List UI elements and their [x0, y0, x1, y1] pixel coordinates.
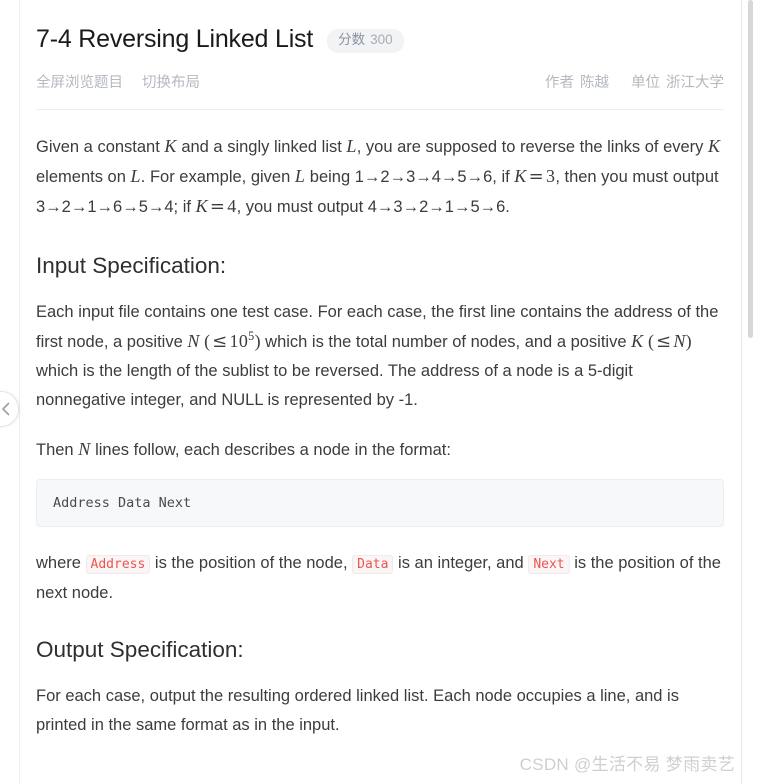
chevron-left-icon — [0, 402, 11, 416]
paren-open-2: ( — [643, 331, 654, 352]
intro-text-1: Given a constant — [36, 138, 165, 156]
intro-paragraph: Given a constant K and a singly linked l… — [36, 132, 724, 222]
math-eq2-operator: = — [209, 196, 226, 217]
scrollbar-thumb[interactable] — [748, 0, 753, 338]
input-text-2: which is the total number of nodes, and … — [260, 333, 632, 352]
intro-text-8: , you must output 4→3→2→1→5→6. — [236, 198, 510, 216]
math-n-3: N — [78, 439, 91, 460]
input-text-5: lines follow, each describes a node in t… — [90, 441, 451, 460]
input-spec-paragraph-3: where Address is the position of the nod… — [36, 549, 724, 608]
input-text-3: which is the length of the sublist to be… — [36, 362, 633, 410]
math-k-2: K — [708, 136, 721, 156]
paren-close-2: ) — [685, 331, 692, 352]
math-n-2: N — [673, 331, 686, 352]
output-spec-paragraph-1: For each case, output the resulting orde… — [36, 687, 679, 735]
inline-code-next: Next — [528, 555, 570, 575]
math-eq1-value: 3 — [546, 166, 556, 186]
math-le-1-symbol: ≤ — [212, 331, 228, 353]
input-spec-paragraph-2: Then N lines follow, each describes a no… — [36, 435, 724, 465]
input-text-6: where — [36, 554, 86, 573]
author-value: 陈越 — [580, 75, 609, 91]
problem-page: 7-4 Reversing Linked List 分数 300 全屏浏览题目 … — [0, 0, 757, 784]
content-column: 7-4 Reversing Linked List 分数 300 全屏浏览题目 … — [21, 0, 740, 784]
input-text-7: is the position of the node, — [150, 554, 353, 573]
problem-header: 7-4 Reversing Linked List 分数 300 — [36, 0, 724, 54]
math-l-3: L — [294, 166, 306, 186]
math-eq2-value: 4 — [227, 196, 237, 216]
organization-info: 单位 浙江大学 — [631, 71, 724, 92]
inline-code-address: Address — [85, 555, 151, 575]
intro-text-5: . For example, given — [140, 168, 295, 186]
intro-text-6: being 1→2→3→4→5→6, if — [305, 168, 515, 186]
organization-label: 单位 — [631, 75, 660, 91]
organization-value: 浙江大学 — [666, 75, 724, 91]
math-base-10: 10 — [229, 331, 249, 352]
input-text-8: is an integer, and — [393, 554, 529, 573]
paren-open-1: ( — [199, 331, 211, 352]
score-badge: 分数 300 — [327, 29, 404, 53]
math-eq1-var: K — [514, 166, 527, 186]
score-value: 300 — [370, 32, 393, 48]
math-power-10-5: 105 — [229, 330, 255, 352]
input-text-4: Then — [36, 441, 79, 460]
intro-text-2: and a singly linked list — [176, 138, 347, 156]
math-l-2: L — [130, 166, 141, 186]
math-k-1: K — [164, 136, 177, 156]
math-le-1: ≤ — [210, 331, 229, 353]
input-spec-paragraph-1: Each input file contains one test case. … — [36, 298, 724, 415]
fullscreen-view-link[interactable]: 全屏浏览题目 — [36, 71, 123, 92]
meta-info: 作者 陈越 单位 浙江大学 — [545, 71, 724, 92]
math-le-2: ≤ — [654, 331, 673, 353]
author-label: 作者 — [545, 75, 574, 91]
math-eq1-operator: = — [528, 166, 544, 187]
output-specification-heading: Output Specification: — [36, 637, 244, 663]
math-n-1: N — [187, 331, 200, 352]
format-code-block: Address Data Next — [36, 479, 724, 528]
watermark: CSDN @生活不易 梦雨卖艺 — [519, 755, 735, 774]
math-equation-k4: K = 4 — [195, 196, 237, 217]
toggle-layout-link[interactable]: 切换布局 — [142, 71, 200, 92]
problem-meta-row: 全屏浏览题目 切换布局 作者 陈越 单位 浙江大学 — [36, 71, 724, 110]
score-label: 分数 — [338, 32, 366, 48]
math-l-1: L — [346, 136, 357, 156]
intro-text-3: , you are supposed to reverse the links … — [356, 138, 709, 156]
intro-text-4: elements on — [36, 168, 131, 186]
input-specification-heading: Input Specification: — [36, 253, 227, 278]
problem-body: Given a constant K and a singly linked l… — [36, 110, 724, 740]
math-eq2-var: K — [195, 196, 208, 216]
page-title: 7-4 Reversing Linked List — [36, 25, 314, 53]
author-info: 作者 陈越 — [545, 71, 609, 92]
scrollbar-track[interactable] — [741, 0, 757, 784]
inline-code-data: Data — [352, 555, 394, 575]
math-k-3: K — [631, 331, 644, 352]
math-le-2-symbol: ≤ — [655, 331, 672, 353]
meta-actions: 全屏浏览题目 切换布局 — [36, 71, 200, 92]
math-equation-k3: K = 3 — [514, 166, 556, 187]
